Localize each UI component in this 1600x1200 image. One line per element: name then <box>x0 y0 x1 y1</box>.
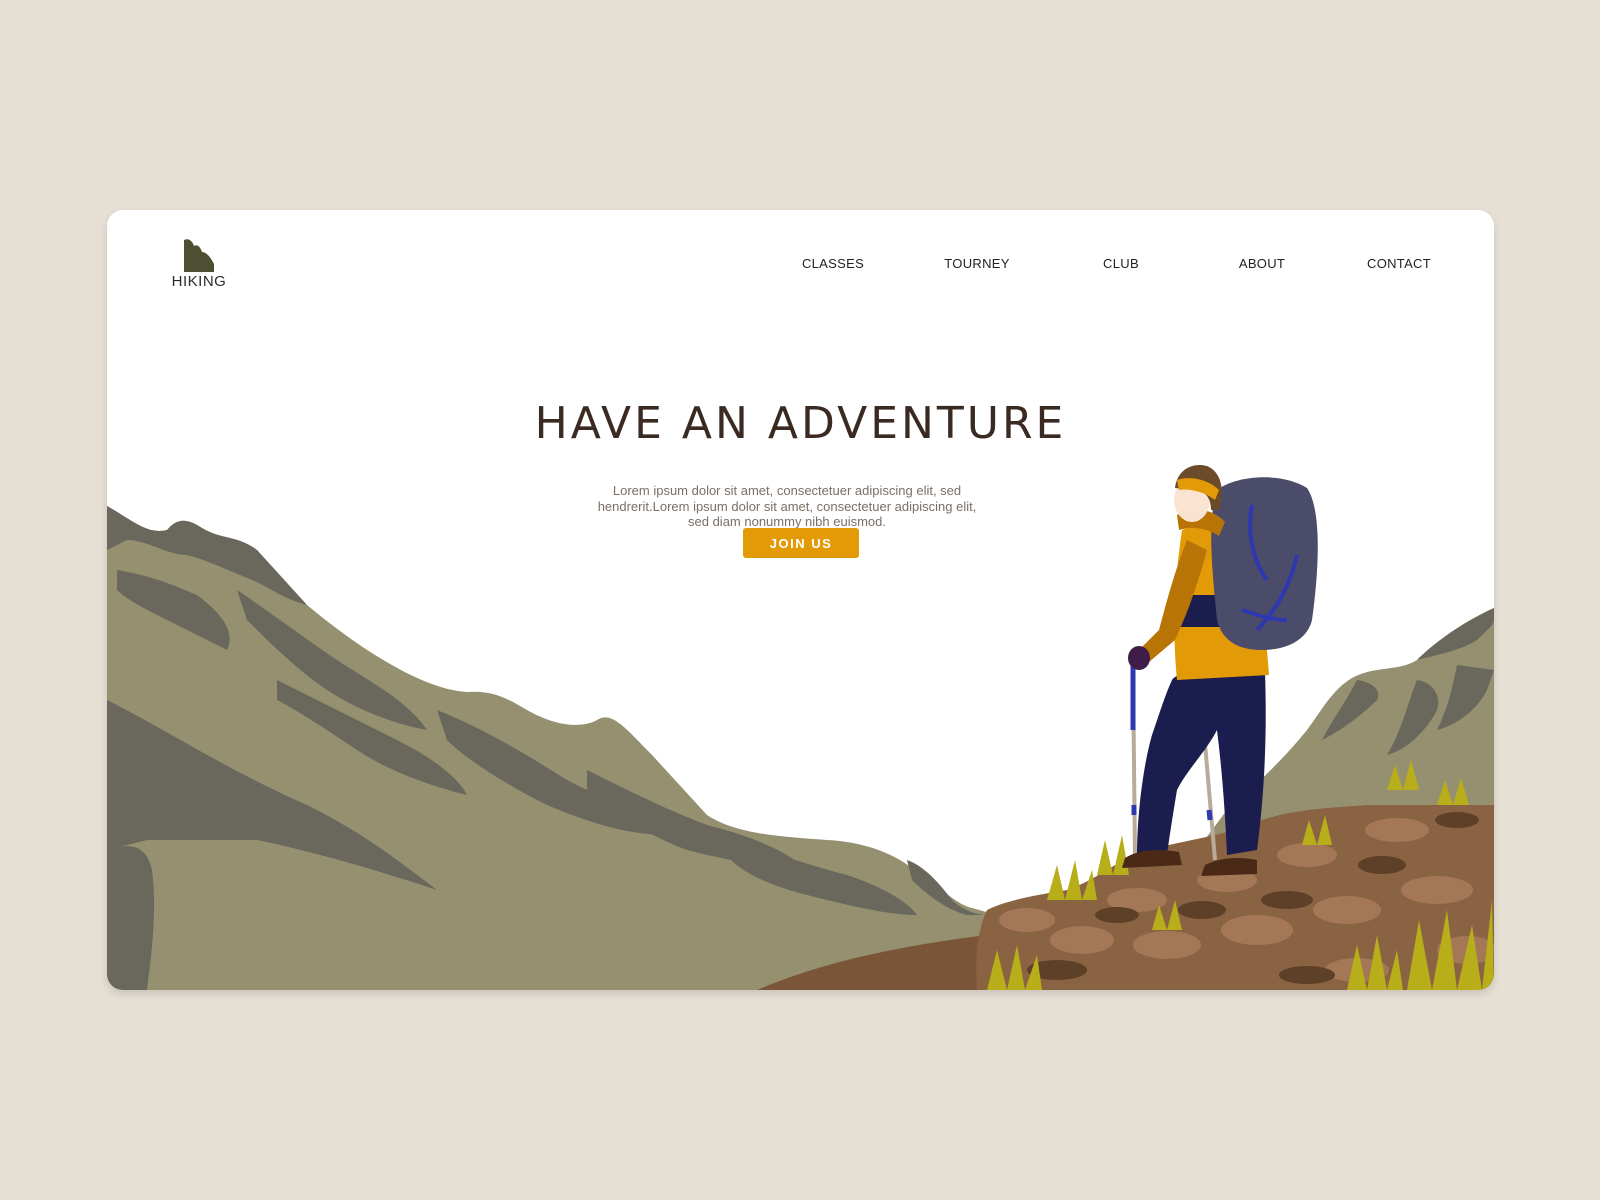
left-mountain <box>107 506 1002 990</box>
landing-card: HIKING CLASSES TOURNEY CLUB ABOUT CONTAC… <box>107 210 1494 990</box>
nav-item-about[interactable]: ABOUT <box>1239 256 1285 271</box>
join-us-button[interactable]: JOIN US <box>743 528 859 558</box>
hero-title: HAVE AN ADVENTURE <box>534 398 1067 449</box>
hero-description: Lorem ipsum dolor sit amet, consectetuer… <box>597 483 977 529</box>
hiking-scene-illustration <box>107 464 1494 990</box>
nav-item-contact[interactable]: CONTACT <box>1367 256 1431 271</box>
nav-item-classes[interactable]: CLASSES <box>802 256 864 271</box>
main-nav: CLASSES TOURNEY CLUB ABOUT CONTACT <box>107 256 1494 276</box>
nav-item-tourney[interactable]: TOURNEY <box>944 256 1009 271</box>
nav-item-club[interactable]: CLUB <box>1103 256 1139 271</box>
